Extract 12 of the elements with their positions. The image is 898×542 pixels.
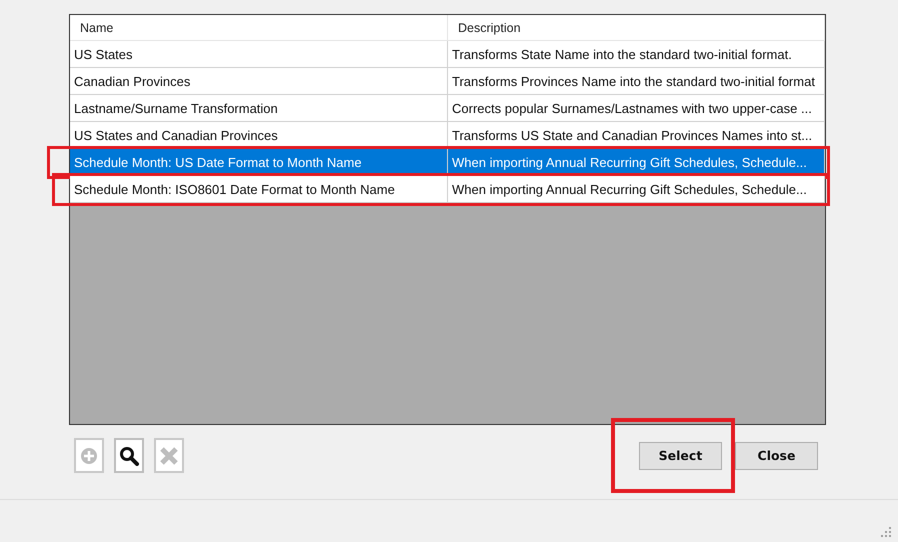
table-cell: When importing Annual Recurring Gift Schedules, Schedule... — [448, 176, 825, 203]
plus-circle-icon — [80, 446, 98, 464]
search-button[interactable] — [114, 438, 144, 473]
search-icon — [119, 446, 139, 466]
close-icon — [159, 446, 179, 466]
table-row[interactable]: Canadian Provinces Transforms Provinces Name into the standard two-initial format — [70, 68, 825, 95]
resize-grip-icon[interactable] — [880, 526, 892, 538]
table-cell: Schedule Month: ISO8601 Date Format to Month Name — [70, 176, 448, 203]
table-row[interactable]: Lastname/Surname Transformation Corrects popular Surnames/Lastnames with two upper-case ... — [70, 95, 825, 122]
table-row[interactable]: US States Transforms State Name into the standard two-initial format. — [70, 41, 825, 68]
dialog-button[interactable]: Close — [735, 442, 818, 470]
dialog-button[interactable]: Select — [639, 442, 722, 470]
